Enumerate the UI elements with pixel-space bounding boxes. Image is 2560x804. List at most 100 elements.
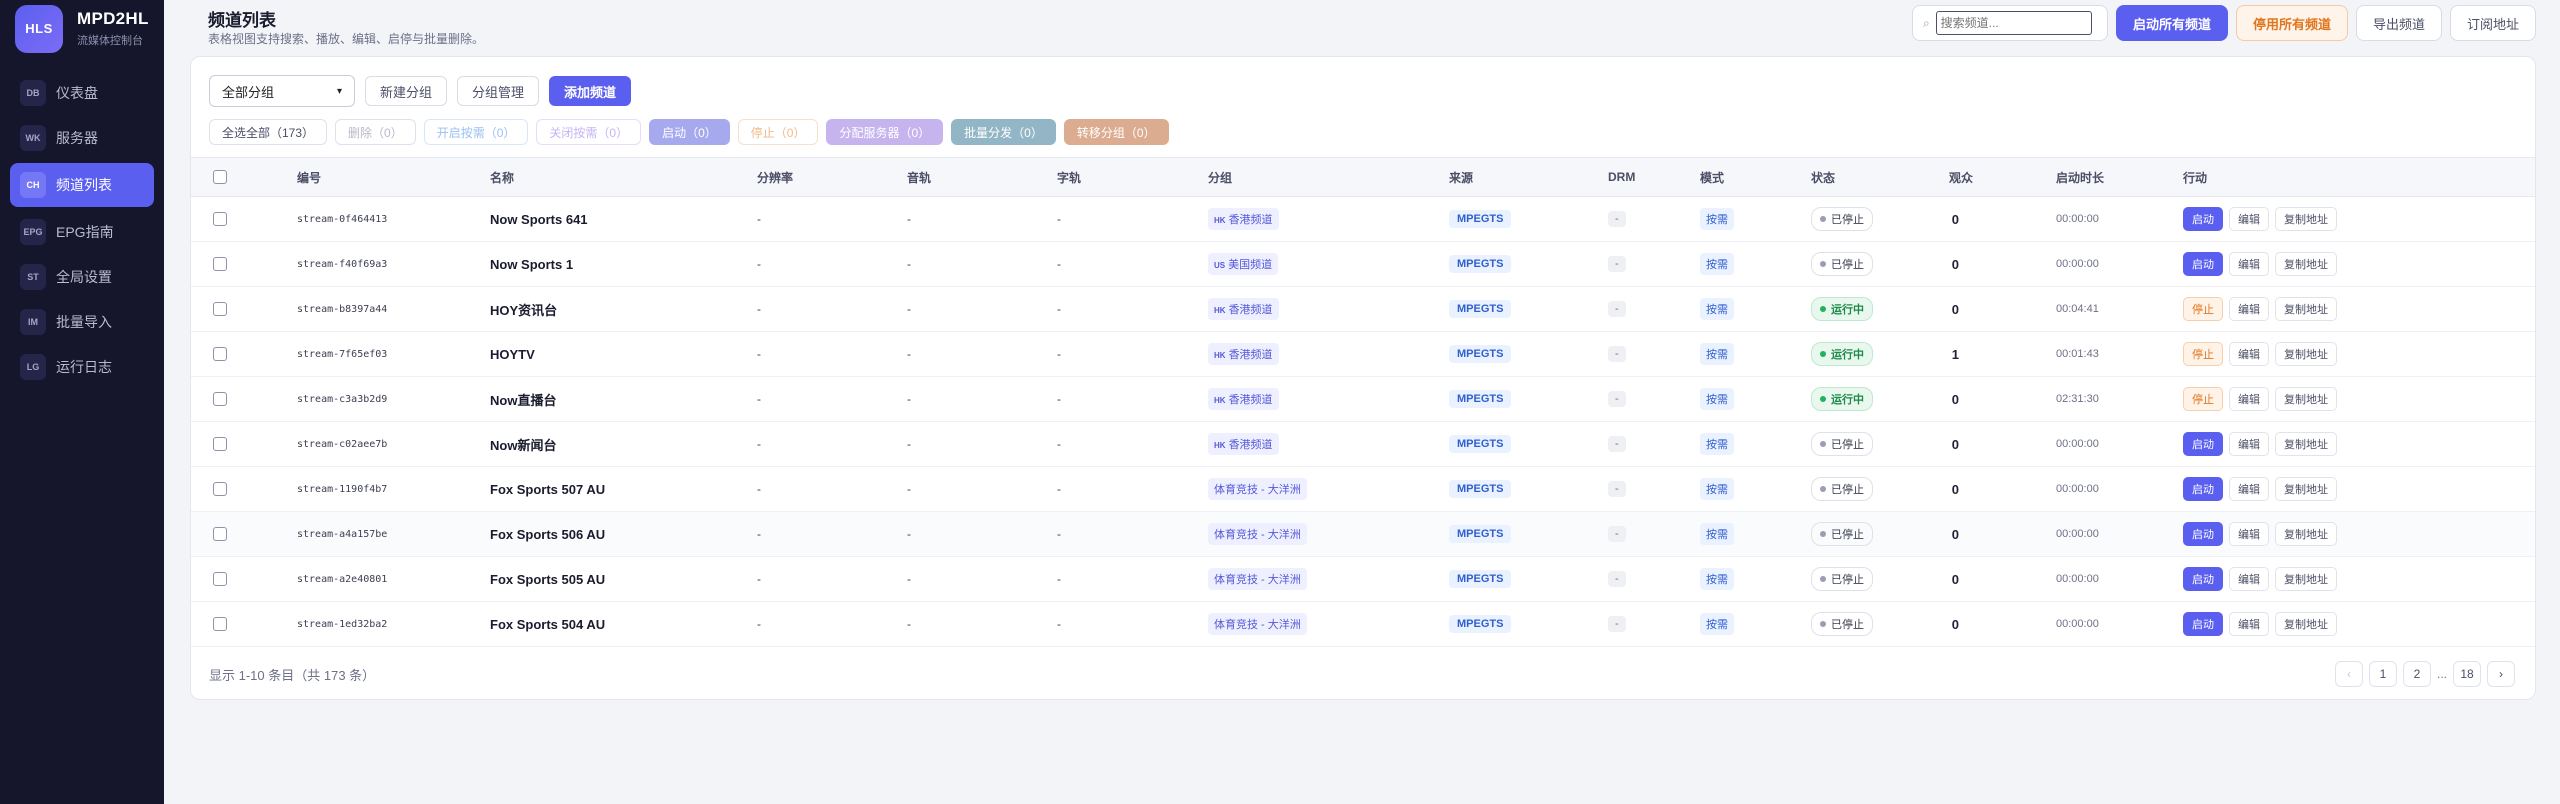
add-channel-button[interactable]: 添加频道 bbox=[549, 76, 632, 106]
channel-name[interactable]: HOY资讯台 bbox=[490, 287, 557, 331]
col-mode: 模式 bbox=[1700, 170, 1725, 185]
assign-server-button[interactable]: 分配服务器（0） bbox=[826, 119, 944, 145]
next-page-button[interactable]: › bbox=[2487, 661, 2515, 687]
select-all-checkbox[interactable] bbox=[213, 170, 227, 184]
sidebar-item-lg[interactable]: LG 运行日志 bbox=[10, 347, 154, 387]
subscribe-button[interactable]: 订阅地址 bbox=[2449, 5, 2536, 41]
sidebar-item-label: 频道列表 bbox=[56, 177, 112, 193]
copy-url-button[interactable]: 复制地址 bbox=[2275, 387, 2337, 411]
status-dot-icon bbox=[1820, 531, 1826, 537]
group-select[interactable]: 全部分组 ▾ bbox=[209, 75, 355, 107]
edit-button[interactable]: 编辑 bbox=[2229, 432, 2269, 456]
row-checkbox[interactable] bbox=[213, 392, 227, 406]
row-checkbox[interactable] bbox=[213, 572, 227, 586]
viewers-count: 0 bbox=[1951, 436, 1959, 452]
channel-name[interactable]: Fox Sports 507 AU bbox=[490, 467, 605, 511]
edit-button[interactable]: 编辑 bbox=[2229, 207, 2269, 231]
start-button[interactable]: 启动 bbox=[2183, 522, 2223, 546]
channel-name[interactable]: HOYTV bbox=[490, 332, 535, 376]
export-button[interactable]: 导出频道 bbox=[2355, 5, 2442, 41]
move-group-button[interactable]: 转移分组（0） bbox=[1063, 119, 1169, 145]
row-checkbox[interactable] bbox=[213, 347, 227, 361]
sidebar-item-wk[interactable]: WK 服务器 bbox=[10, 118, 154, 158]
source-tag: MPEGTS bbox=[1449, 570, 1512, 588]
sidebar-item-ch[interactable]: CH 频道列表 bbox=[10, 163, 154, 207]
copy-url-button[interactable]: 复制地址 bbox=[2275, 342, 2337, 366]
sidebar-item-st[interactable]: ST 全局设置 bbox=[10, 257, 154, 297]
row-checkbox[interactable] bbox=[213, 212, 227, 226]
row-checkbox[interactable] bbox=[213, 257, 227, 271]
channel-name[interactable]: Now直播台 bbox=[490, 377, 556, 421]
status-label: 已停止 bbox=[1831, 574, 1864, 586]
mode-tag: 按需 bbox=[1700, 208, 1734, 230]
disable-ondemand-button[interactable]: 关闭按需（0） bbox=[536, 119, 642, 145]
copy-url-button[interactable]: 复制地址 bbox=[2275, 432, 2337, 456]
viewers-count: 1 bbox=[1951, 346, 1959, 362]
search-input[interactable] bbox=[1935, 11, 2092, 35]
stop-button[interactable]: 停止 bbox=[2183, 297, 2223, 321]
start-button[interactable]: 启动 bbox=[2183, 612, 2223, 636]
start-button[interactable]: 启动 bbox=[2183, 432, 2223, 456]
copy-url-button[interactable]: 复制地址 bbox=[2275, 207, 2337, 231]
edit-button[interactable]: 编辑 bbox=[2229, 342, 2269, 366]
start-button[interactable]: 启动 bbox=[2183, 207, 2223, 231]
edit-button[interactable]: 编辑 bbox=[2229, 522, 2269, 546]
row-checkbox[interactable] bbox=[213, 302, 227, 316]
copy-url-button[interactable]: 复制地址 bbox=[2275, 522, 2337, 546]
new-group-button[interactable]: 新建分组 bbox=[365, 76, 448, 106]
sidebar-item-label: 仪表盘 bbox=[56, 85, 98, 101]
edit-button[interactable]: 编辑 bbox=[2229, 612, 2269, 636]
copy-url-button[interactable]: 复制地址 bbox=[2275, 297, 2337, 321]
channel-name[interactable]: Fox Sports 505 AU bbox=[490, 557, 605, 601]
table-row: stream-1190f4b7 Fox Sports 507 AU - - - 体育竞技 … bbox=[191, 467, 2535, 512]
copy-url-button[interactable]: 复制地址 bbox=[2275, 252, 2337, 276]
channel-name[interactable]: Fox Sports 504 AU bbox=[490, 602, 605, 646]
copy-url-button[interactable]: 复制地址 bbox=[2275, 567, 2337, 591]
row-checkbox[interactable] bbox=[213, 482, 227, 496]
edit-button[interactable]: 编辑 bbox=[2229, 567, 2269, 591]
channel-name[interactable]: Now Sports 641 bbox=[490, 197, 588, 241]
page-2-button[interactable]: 2 bbox=[2402, 661, 2431, 687]
row-checkbox[interactable] bbox=[213, 437, 227, 451]
status-dot-icon bbox=[1820, 576, 1826, 582]
copy-url-button[interactable]: 复制地址 bbox=[2275, 477, 2337, 501]
channel-name[interactable]: Now新闻台 bbox=[490, 422, 556, 466]
manage-group-button[interactable]: 分组管理 bbox=[457, 76, 540, 106]
edit-button[interactable]: 编辑 bbox=[2229, 252, 2269, 276]
source-tag: MPEGTS bbox=[1449, 390, 1512, 408]
edit-button[interactable]: 编辑 bbox=[2229, 477, 2269, 501]
batch-dispatch-button[interactable]: 批量分发（0） bbox=[951, 119, 1056, 145]
copy-url-button[interactable]: 复制地址 bbox=[2275, 612, 2337, 636]
sidebar-item-epg[interactable]: EPG EPG指南 bbox=[10, 212, 154, 252]
status-badge: 运行中 bbox=[1811, 297, 1873, 321]
start-button[interactable]: 启动 bbox=[2183, 252, 2223, 276]
row-checkbox[interactable] bbox=[213, 617, 227, 631]
resolution-value: - bbox=[757, 392, 761, 406]
drm-tag: - bbox=[1608, 301, 1626, 317]
sidebar-item-label: EPG指南 bbox=[56, 224, 114, 240]
sidebar-item-db[interactable]: DB 仪表盘 bbox=[10, 73, 154, 113]
pagination-info: 显示 1-10 条目（共 173 条） bbox=[209, 668, 376, 683]
stop-button[interactable]: 停止 bbox=[2183, 387, 2223, 411]
channel-name[interactable]: Now Sports 1 bbox=[490, 242, 573, 286]
viewers-count: 0 bbox=[1951, 571, 1959, 587]
batch-start-button[interactable]: 启动（0） bbox=[649, 119, 730, 145]
start-button[interactable]: 启动 bbox=[2183, 477, 2223, 501]
last-page-button[interactable]: 18 bbox=[2453, 661, 2481, 687]
edit-button[interactable]: 编辑 bbox=[2229, 387, 2269, 411]
stop-button[interactable]: 停止 bbox=[2183, 342, 2223, 366]
start-button[interactable]: 启动 bbox=[2183, 567, 2223, 591]
subtitle-value: - bbox=[1057, 527, 1061, 541]
batch-delete-button[interactable]: 删除（0） bbox=[335, 119, 416, 145]
start-all-button[interactable]: 启动所有频道 bbox=[2115, 5, 2228, 41]
row-checkbox[interactable] bbox=[213, 527, 227, 541]
stop-all-button[interactable]: 停用所有频道 bbox=[2235, 5, 2348, 41]
sidebar-item-im[interactable]: IM 批量导入 bbox=[10, 302, 154, 342]
select-all-button[interactable]: 全选全部（173） bbox=[209, 119, 328, 145]
enable-ondemand-button[interactable]: 开启按需（0） bbox=[423, 119, 529, 145]
batch-stop-button[interactable]: 停止（0） bbox=[737, 119, 819, 145]
edit-button[interactable]: 编辑 bbox=[2229, 297, 2269, 321]
page-1-button[interactable]: 1 bbox=[2368, 661, 2397, 687]
channel-name[interactable]: Fox Sports 506 AU bbox=[490, 512, 605, 556]
prev-page-button[interactable]: ‹ bbox=[2334, 661, 2363, 687]
